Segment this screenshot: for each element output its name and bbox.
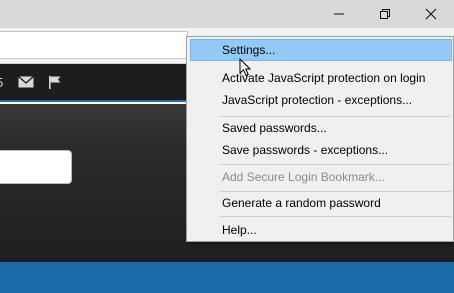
menu-item-help[interactable]: Help... <box>190 219 452 241</box>
close-button[interactable] <box>408 0 454 28</box>
menu-item-settings[interactable]: Settings... <box>190 39 452 61</box>
menu-separator <box>219 164 451 165</box>
notification-count[interactable]: 5 <box>0 75 3 91</box>
site-content-bar <box>0 262 454 293</box>
minimize-icon <box>334 13 344 15</box>
title-bar <box>0 0 454 28</box>
minimize-button[interactable] <box>316 0 362 28</box>
address-bar[interactable] <box>0 31 188 59</box>
menu-item-save-passwords-exceptions[interactable]: Save passwords - exceptions... <box>190 139 452 161</box>
close-icon <box>425 8 437 20</box>
menu-item-saved-passwords[interactable]: Saved passwords... <box>190 117 452 139</box>
mouse-cursor-icon <box>239 58 251 77</box>
menu-item-add-bookmark: Add Secure Login Bookmark... <box>222 170 385 184</box>
restore-icon <box>380 9 390 19</box>
menu-separator <box>219 216 451 217</box>
menu-item-activate-js-protection[interactable]: Activate JavaScript protection on login <box>190 67 452 89</box>
menu-item-generate-password[interactable]: Generate a random password <box>190 192 452 214</box>
mail-icon[interactable] <box>18 75 34 91</box>
restore-button[interactable] <box>362 0 408 28</box>
site-search-input[interactable] <box>0 150 72 184</box>
menu-item-js-protection-exceptions[interactable]: JavaScript protection - exceptions... <box>190 89 452 111</box>
flag-icon[interactable] <box>48 75 62 92</box>
extension-context-menu: Settings... Activate JavaScript protecti… <box>186 36 454 242</box>
